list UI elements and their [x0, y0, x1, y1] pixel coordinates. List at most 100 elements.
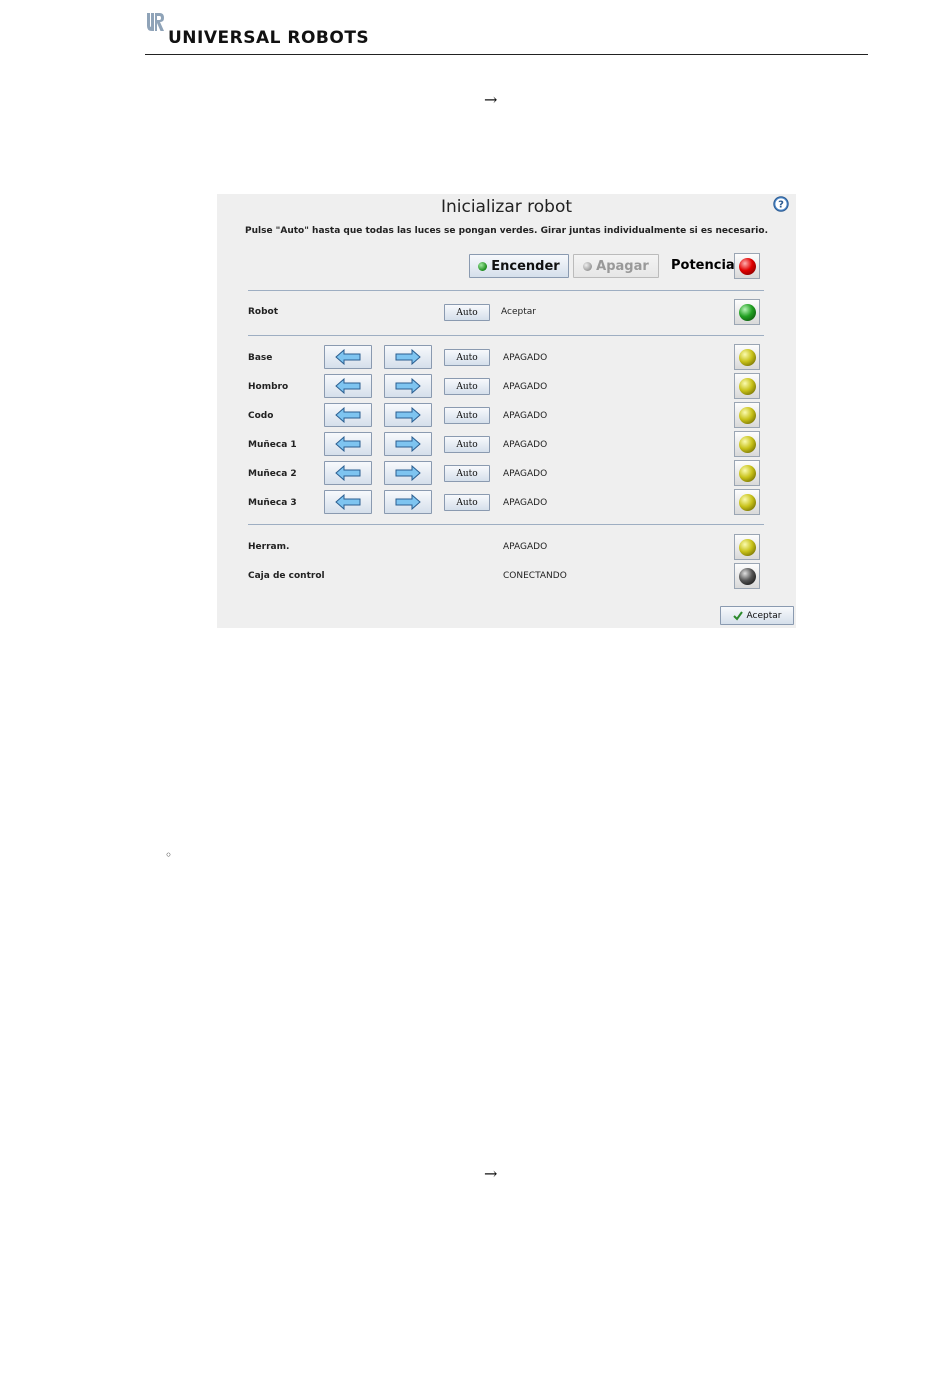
joint-rotate-left-button[interactable]: [324, 345, 372, 369]
control-box-status-light: [734, 563, 760, 589]
joint-status: APAGADO: [503, 353, 548, 363]
green-light-icon: [738, 303, 756, 321]
grey-light-icon: [738, 567, 756, 585]
joint-auto-button[interactable]: Auto: [444, 465, 490, 482]
section-divider: [248, 290, 764, 291]
yellow-light-icon: [738, 435, 756, 453]
document-arrow: →: [484, 1164, 498, 1183]
section-divider: [248, 335, 764, 336]
power-on-button[interactable]: Encender: [469, 254, 569, 278]
robot-status: Aceptar: [501, 307, 536, 317]
auto-label: Auto: [456, 410, 478, 421]
joint-status-light: [734, 431, 760, 457]
joint-status-light: [734, 402, 760, 428]
document-bullet: ◦: [165, 848, 173, 862]
arrow-left-icon: [335, 378, 361, 394]
joint-label: Hombro: [248, 382, 289, 392]
yellow-light-icon: [738, 538, 756, 556]
joint-status: APAGADO: [503, 411, 548, 421]
arrow-right-icon: [395, 494, 421, 510]
arrow-right-icon: [395, 436, 421, 452]
auto-label: Auto: [456, 439, 478, 450]
tool-label: Herram.: [248, 542, 290, 552]
joint-rotate-right-button[interactable]: [384, 403, 432, 427]
power-on-label: Encender: [491, 258, 560, 274]
header-divider: [145, 54, 868, 55]
joint-rotate-left-button[interactable]: [324, 403, 372, 427]
initialize-robot-dialog: Inicializar robot Pulse "Auto" hasta que…: [217, 194, 796, 628]
ur-logo-icon: [145, 12, 165, 32]
joint-label: Muñeca 3: [248, 498, 297, 508]
joint-label: Muñeca 1: [248, 440, 297, 450]
checkmark-icon: [732, 610, 743, 621]
red-light-icon: [738, 257, 756, 275]
dialog-instructions: Pulse "Auto" hasta que todas las luces s…: [245, 226, 768, 236]
yellow-light-icon: [738, 377, 756, 395]
joint-rotate-right-button[interactable]: [384, 432, 432, 456]
joint-status: APAGADO: [503, 498, 548, 508]
robot-status-light: [734, 299, 760, 325]
green-dot-icon: [478, 261, 488, 271]
arrow-left-icon: [335, 349, 361, 365]
arrow-right-icon: [395, 378, 421, 394]
arrow-left-icon: [335, 494, 361, 510]
joint-rotate-right-button[interactable]: [384, 461, 432, 485]
power-label: Potencia: [671, 258, 735, 273]
accept-button[interactable]: Aceptar: [720, 606, 794, 625]
question-icon[interactable]: ?: [773, 196, 789, 212]
yellow-light-icon: [738, 348, 756, 366]
joint-rotate-right-button[interactable]: [384, 490, 432, 514]
robot-label: Robot: [248, 307, 279, 317]
arrow-left-icon: [335, 465, 361, 481]
joint-rotate-left-button[interactable]: [324, 461, 372, 485]
power-off-button[interactable]: Apagar: [573, 254, 659, 278]
grey-dot-icon: [583, 261, 593, 271]
arrow-left-icon: [335, 436, 361, 452]
document-arrow: →: [484, 90, 498, 109]
joint-rotate-left-button[interactable]: [324, 490, 372, 514]
joint-rotate-left-button[interactable]: [324, 374, 372, 398]
yellow-light-icon: [738, 464, 756, 482]
tool-status: APAGADO: [503, 542, 548, 552]
joint-status: APAGADO: [503, 440, 548, 450]
joint-status: APAGADO: [503, 469, 548, 479]
section-divider: [248, 524, 764, 525]
joint-auto-button[interactable]: Auto: [444, 378, 490, 395]
arrow-left-icon: [335, 407, 361, 423]
joint-status-light: [734, 460, 760, 486]
joint-status-light: [734, 373, 760, 399]
yellow-light-icon: [738, 406, 756, 424]
power-off-label: Apagar: [596, 258, 649, 274]
svg-text:?: ?: [778, 200, 784, 211]
joint-auto-button[interactable]: Auto: [444, 494, 490, 511]
auto-label: Auto: [456, 352, 478, 363]
auto-label: Auto: [456, 307, 478, 318]
auto-label: Auto: [456, 381, 478, 392]
control-box-status: CONECTANDO: [503, 571, 567, 581]
arrow-right-icon: [395, 349, 421, 365]
joint-status-light: [734, 344, 760, 370]
robot-auto-button[interactable]: Auto: [444, 304, 490, 321]
accept-label: Aceptar: [746, 610, 782, 621]
dialog-title: Inicializar robot: [440, 197, 573, 217]
joint-auto-button[interactable]: Auto: [444, 407, 490, 424]
joint-label: Muñeca 2: [248, 469, 297, 479]
joint-status-light: [734, 489, 760, 515]
arrow-right-icon: [395, 465, 421, 481]
joint-auto-button[interactable]: Auto: [444, 436, 490, 453]
brand-name: UNIVERSAL ROBOTS: [168, 28, 370, 48]
joint-status: APAGADO: [503, 382, 548, 392]
tool-status-light: [734, 534, 760, 560]
arrow-right-icon: [395, 407, 421, 423]
joint-label: Codo: [248, 411, 274, 421]
auto-label: Auto: [456, 497, 478, 508]
auto-label: Auto: [456, 468, 478, 479]
power-status-light: [734, 253, 760, 279]
joint-rotate-right-button[interactable]: [384, 374, 432, 398]
joint-rotate-left-button[interactable]: [324, 432, 372, 456]
joint-rotate-right-button[interactable]: [384, 345, 432, 369]
yellow-light-icon: [738, 493, 756, 511]
joint-auto-button[interactable]: Auto: [444, 349, 490, 366]
control-box-label: Caja de control: [248, 571, 325, 581]
joint-label: Base: [248, 353, 273, 363]
